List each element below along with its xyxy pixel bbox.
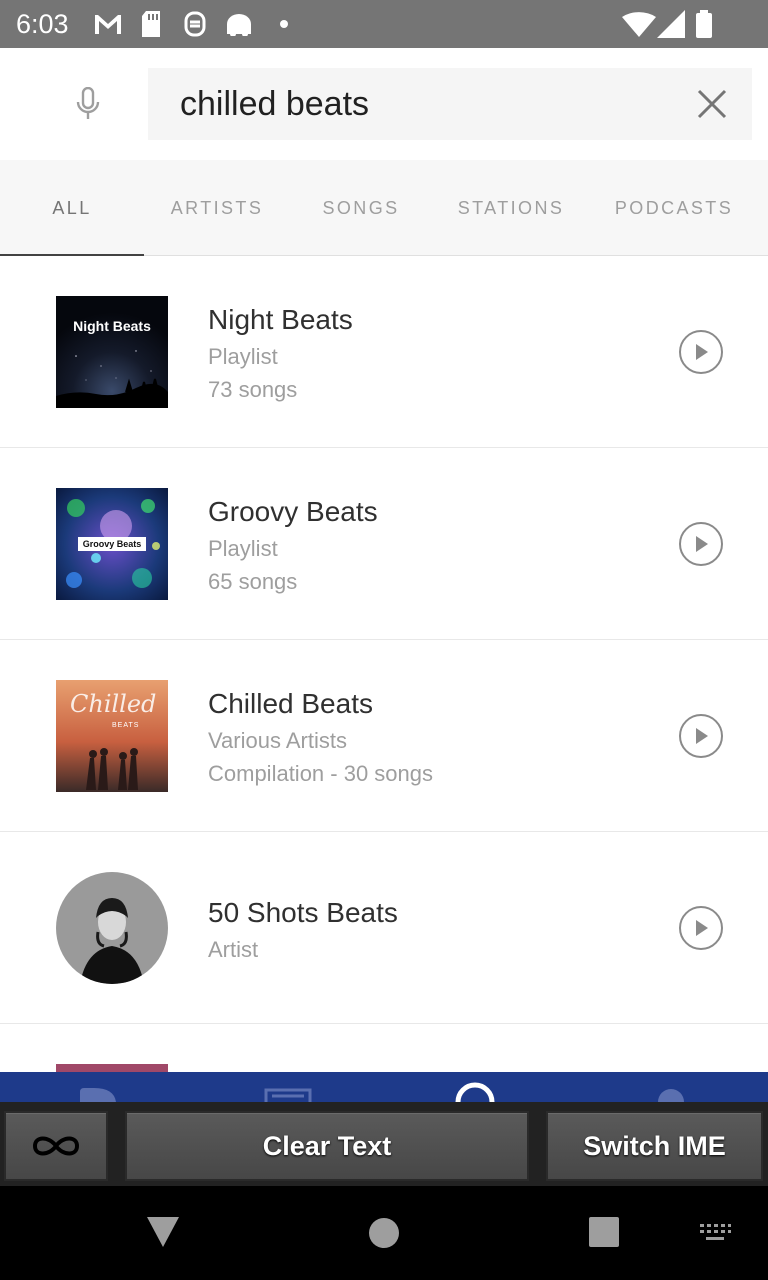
search-box — [148, 68, 752, 140]
result-song-count: 73 songs — [208, 377, 298, 402]
bottom-navigation[interactable] — [0, 1072, 768, 1102]
app-icon — [183, 10, 207, 38]
search-results-list[interactable]: Night Beats Night Beats Playlist 73 song… — [0, 256, 768, 1072]
android-icon — [222, 10, 256, 38]
status-time: 6:03 — [16, 9, 69, 39]
result-type: Playlist — [208, 344, 278, 369]
artist-avatar — [56, 872, 168, 984]
result-title: Night Beats — [208, 304, 353, 335]
result-title: 50 Shots Beats — [208, 897, 398, 928]
ime-loop-button[interactable] — [4, 1111, 108, 1181]
back-icon[interactable] — [146, 1216, 180, 1248]
microphone-button[interactable] — [68, 84, 108, 124]
result-row-groovy-beats[interactable]: Groovy Beats Groovy Beats Playlist 65 so… — [0, 448, 768, 640]
tab-podcasts[interactable]: PODCASTS — [590, 160, 758, 256]
result-song-count: Compilation - 30 songs — [208, 761, 434, 786]
album-artwork: Chilled BEATS — [56, 680, 168, 792]
play-button[interactable] — [678, 329, 724, 375]
cell-signal-icon — [656, 10, 686, 38]
clear-text-button[interactable]: Clear Text — [125, 1111, 529, 1181]
result-artist: Various Artists — [208, 728, 347, 753]
clear-search-button[interactable] — [692, 84, 732, 124]
result-row-night-beats[interactable]: Night Beats Night Beats Playlist 73 song… — [0, 256, 768, 448]
artwork-caption: Chilled — [70, 690, 157, 718]
home-icon[interactable] — [368, 1217, 400, 1249]
tab-artists[interactable]: ARTISTS — [144, 160, 290, 256]
wifi-icon — [622, 10, 656, 38]
search-header — [0, 48, 768, 160]
system-navigation-bar — [0, 1186, 768, 1280]
switch-ime-button[interactable]: Switch IME — [546, 1111, 763, 1181]
search-category-tabs: ALL ARTISTS SONGS STATIONS PODCASTS — [0, 160, 768, 256]
result-title: Groovy Beats — [208, 496, 378, 527]
sd-card-icon — [140, 10, 162, 38]
result-type: Playlist — [208, 536, 278, 561]
tab-all[interactable]: ALL — [0, 160, 144, 256]
tab-stations[interactable]: STATIONS — [432, 160, 590, 256]
artwork-subcaption: BEATS — [112, 722, 140, 729]
keyboard-icon[interactable] — [698, 1222, 732, 1242]
recents-icon[interactable] — [589, 1217, 619, 1247]
search-input[interactable] — [180, 68, 680, 140]
close-icon — [697, 89, 727, 119]
result-title: Chilled Beats — [208, 688, 373, 719]
microphone-icon — [76, 87, 100, 119]
battery-icon — [694, 10, 714, 38]
artwork-caption: Groovy Beats — [82, 539, 142, 549]
dot-icon — [278, 10, 290, 38]
result-row-partial[interactable] — [0, 1024, 768, 1072]
play-button[interactable] — [678, 905, 724, 951]
artwork-caption: Night Beats — [73, 318, 151, 334]
tab-songs[interactable]: SONGS — [290, 160, 432, 256]
result-type: Artist — [208, 937, 259, 962]
status-bar: 6:03 — [0, 0, 768, 48]
result-row-chilled-beats[interactable]: Chilled BEATS Chilled Beats Various Arti… — [0, 640, 768, 832]
playlist-artwork: Groovy Beats — [56, 488, 168, 600]
partial-artwork — [56, 1064, 168, 1072]
result-song-count: 65 songs — [208, 569, 298, 594]
infinity-icon — [32, 1136, 80, 1156]
play-button[interactable] — [678, 713, 724, 759]
result-row-50-shots-beats[interactable]: 50 Shots Beats Artist — [0, 832, 768, 1024]
gmail-icon — [92, 10, 124, 38]
play-button[interactable] — [678, 521, 724, 567]
ime-toolbar: Clear Text Switch IME — [0, 1102, 768, 1186]
playlist-artwork: Night Beats — [56, 296, 168, 408]
